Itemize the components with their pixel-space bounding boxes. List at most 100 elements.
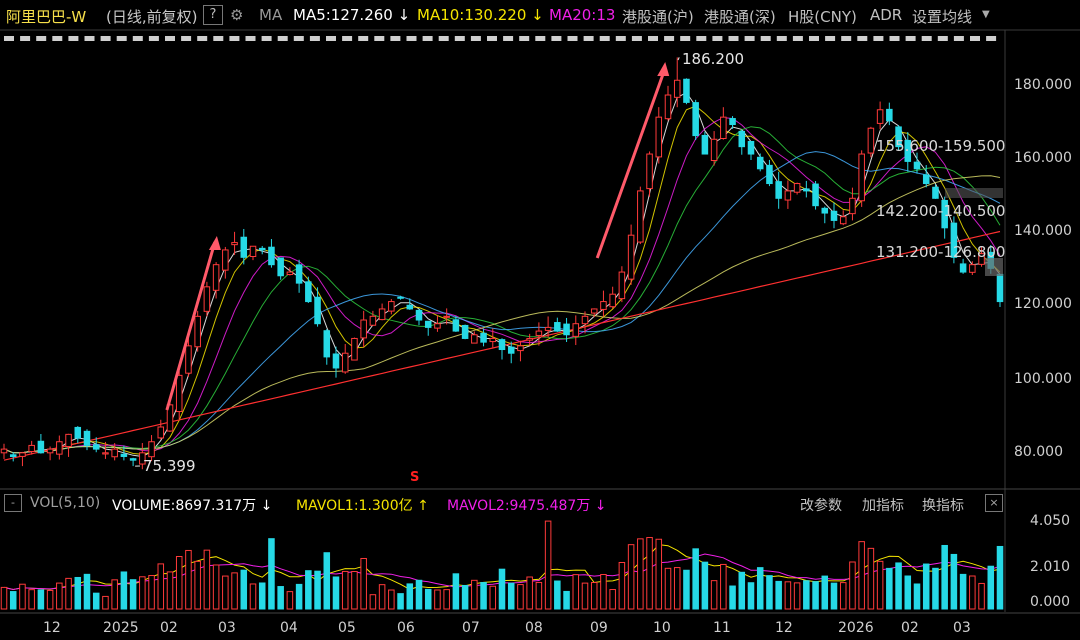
event-mark[interactable]: S [410, 470, 419, 485]
candle-body [526, 337, 533, 341]
volume-bar [323, 552, 331, 610]
month-label: 10 [653, 620, 671, 636]
volume-bar [793, 582, 801, 610]
candle-body [664, 94, 672, 120]
event-marker [921, 36, 932, 41]
event-marker [229, 36, 240, 41]
volume-bar [969, 575, 976, 610]
volume-bar [203, 549, 211, 610]
price-tick-160: 160.000 [1014, 150, 1072, 166]
ma5-line [3, 91, 1001, 458]
event-marker [809, 36, 819, 41]
edit-params-button[interactable]: 改参数 [800, 495, 842, 515]
candle-body [701, 134, 709, 155]
volume-bar [148, 575, 155, 610]
volume-bar [932, 567, 939, 610]
candle-body [517, 345, 524, 352]
volume-bar [720, 563, 727, 610]
volume-bar [194, 560, 201, 610]
event-marker [52, 36, 63, 41]
volume-bar [185, 549, 192, 610]
month-label: 03 [218, 620, 236, 636]
collapse-button[interactable]: - [4, 494, 22, 512]
volume-bar [415, 579, 423, 610]
event-marker [567, 36, 578, 41]
volume-bar [637, 538, 644, 610]
candle-body [729, 118, 736, 126]
add-indicator-button[interactable]: 加指标 [862, 495, 904, 515]
event-marker [390, 36, 401, 41]
month-label: 05 [338, 620, 356, 636]
event-marker [342, 36, 353, 41]
candle-body [37, 440, 45, 454]
candle-body [65, 433, 72, 448]
candle-body [563, 323, 570, 336]
month-label: 02 [901, 620, 919, 636]
volume-bar [212, 564, 220, 610]
event-marker [535, 36, 546, 41]
price-tick-140: 140.000 [1014, 223, 1072, 239]
volume-bar [480, 582, 487, 610]
volume-bar [351, 571, 358, 610]
event-marker [277, 36, 288, 41]
event-marker [519, 36, 530, 41]
event-marker [664, 36, 675, 41]
event-marker [165, 36, 175, 41]
volume-bar [406, 583, 414, 610]
candle-body [609, 293, 616, 308]
price-chart[interactable] [0, 0, 1080, 640]
candle-body [673, 79, 681, 98]
resistance-level-2: 142.200-140.500 [876, 202, 1006, 220]
candle-body [92, 444, 100, 450]
volume-bar [738, 571, 746, 610]
candle-body [627, 234, 635, 280]
volume-bar [673, 567, 681, 610]
event-marker [648, 36, 658, 41]
volume-bar [784, 581, 792, 610]
volume-bar [839, 582, 847, 610]
volume-bar [120, 571, 128, 610]
candle-body [554, 322, 561, 332]
event-marker [905, 36, 916, 41]
event-marker [84, 36, 95, 41]
zone-box-1 [945, 188, 1003, 198]
event-marker [197, 36, 208, 41]
candle-body [157, 426, 165, 439]
candle-body [378, 308, 386, 321]
event-marker [326, 36, 336, 41]
event-marker [551, 36, 562, 41]
volume-bar [9, 591, 17, 610]
volume-bar [590, 582, 598, 610]
candle-body [646, 153, 653, 190]
candle-body [738, 130, 746, 148]
event-marker [116, 36, 127, 41]
volume-bar [830, 582, 838, 610]
month-label: 07 [462, 620, 480, 636]
volume-bar [821, 575, 829, 610]
volume-bar [378, 584, 386, 610]
candle-body [959, 263, 967, 273]
ma30-line [3, 126, 1001, 454]
volume-bar [305, 570, 312, 610]
volume-bar [876, 560, 884, 610]
volume-bar [747, 582, 755, 610]
volume-bar [803, 580, 810, 610]
candle-body [637, 190, 644, 243]
event-marker [148, 36, 159, 41]
close-icon[interactable]: × [985, 494, 1003, 512]
volume-bar [627, 544, 635, 610]
volume-bar [388, 589, 395, 610]
volume-bar [775, 580, 782, 610]
volume-bar [129, 579, 137, 610]
month-label: 04 [280, 620, 298, 636]
volume-bar [535, 581, 543, 610]
event-marker [181, 36, 192, 41]
candle-body [498, 339, 506, 351]
switch-indicator-button[interactable]: 换指标 [922, 495, 964, 515]
month-label: 12 [43, 620, 61, 636]
month-label: 12 [775, 620, 793, 636]
candle-body [443, 315, 450, 318]
volume-bar [83, 573, 91, 610]
month-label: 2025 [103, 620, 139, 636]
volume-bar [102, 595, 109, 610]
